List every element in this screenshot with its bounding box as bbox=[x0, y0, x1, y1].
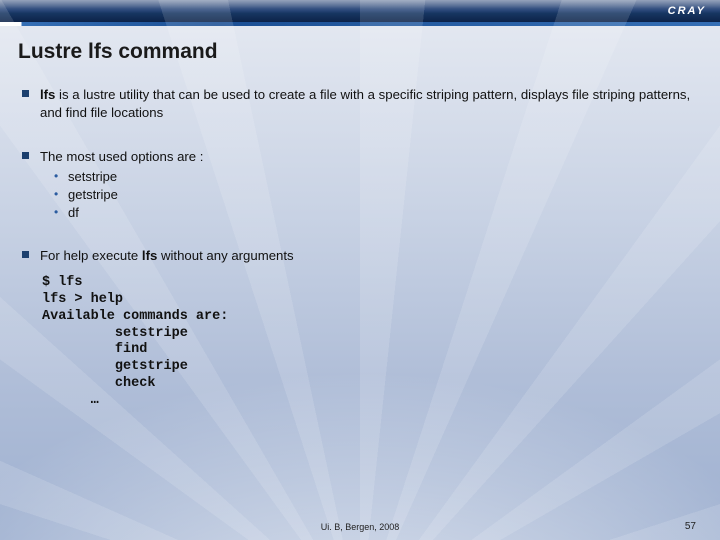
bullet-1-text: is a lustre utility that can be used to … bbox=[40, 87, 690, 120]
slide-title: Lustre lfs command bbox=[18, 40, 698, 64]
bullet-2: The most used options are : setstripe ge… bbox=[18, 148, 698, 221]
bullet-1-strong: lfs bbox=[40, 87, 55, 102]
slide-content: Lustre lfs command lfs is a lustre utili… bbox=[0, 26, 720, 410]
code-block: $ lfs lfs > help Available commands are:… bbox=[42, 275, 698, 410]
sub-bullet: getstripe bbox=[40, 186, 698, 204]
bullet-2-text: The most used options are : bbox=[40, 149, 203, 164]
title-bar-gloss bbox=[0, 0, 720, 9]
bullet-1: lfs is a lustre utility that can be used… bbox=[18, 86, 698, 122]
bullet-3-strong: lfs bbox=[142, 248, 157, 263]
bullet-3: For help execute lfs without any argumen… bbox=[18, 247, 698, 410]
page-number: 57 bbox=[685, 521, 696, 532]
bullet-list: lfs is a lustre utility that can be used… bbox=[18, 86, 698, 410]
footer-text: Ui. B, Bergen, 2008 bbox=[0, 522, 720, 532]
bullet-3-pre: For help execute bbox=[40, 248, 142, 263]
sub-bullet-list: setstripe getstripe df bbox=[40, 168, 698, 221]
sub-bullet: setstripe bbox=[40, 168, 698, 186]
title-bar: CRAY bbox=[0, 0, 720, 22]
bullet-3-post: without any arguments bbox=[157, 248, 293, 263]
sub-bullet: df bbox=[40, 204, 698, 222]
